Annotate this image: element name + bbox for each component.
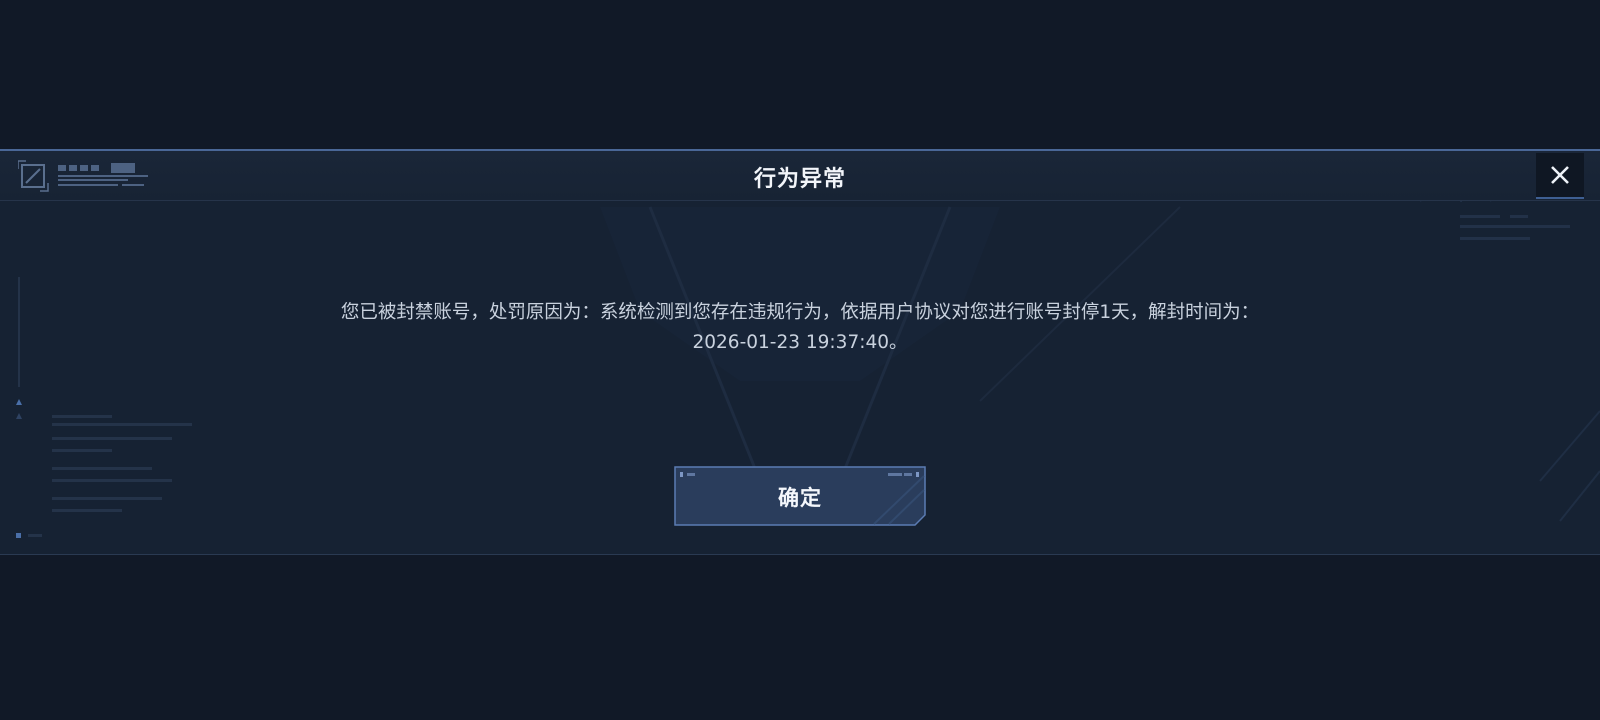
close-button[interactable] bbox=[1536, 153, 1584, 199]
right-hud-decoration bbox=[1450, 211, 1590, 251]
dialog-title: 行为异常 bbox=[753, 167, 846, 192]
ban-message: 您已被封禁账号，处罚原因为：系统检测到您存在违规行为，依据用户协议对您进行账号封… bbox=[340, 302, 1260, 353]
confirm-button-label: 确定 bbox=[778, 486, 822, 510]
side-hud-decoration bbox=[12, 271, 202, 541]
dialog-titlebar: 行为异常 bbox=[0, 151, 1600, 201]
confirm-button[interactable]: 确定 bbox=[674, 466, 926, 526]
close-icon bbox=[1551, 166, 1569, 184]
ban-dialog: 行为异常 您已被封禁账号，处罚原因为：系统检测到您存在违规行为，依据用户协议对您… bbox=[0, 149, 1600, 555]
